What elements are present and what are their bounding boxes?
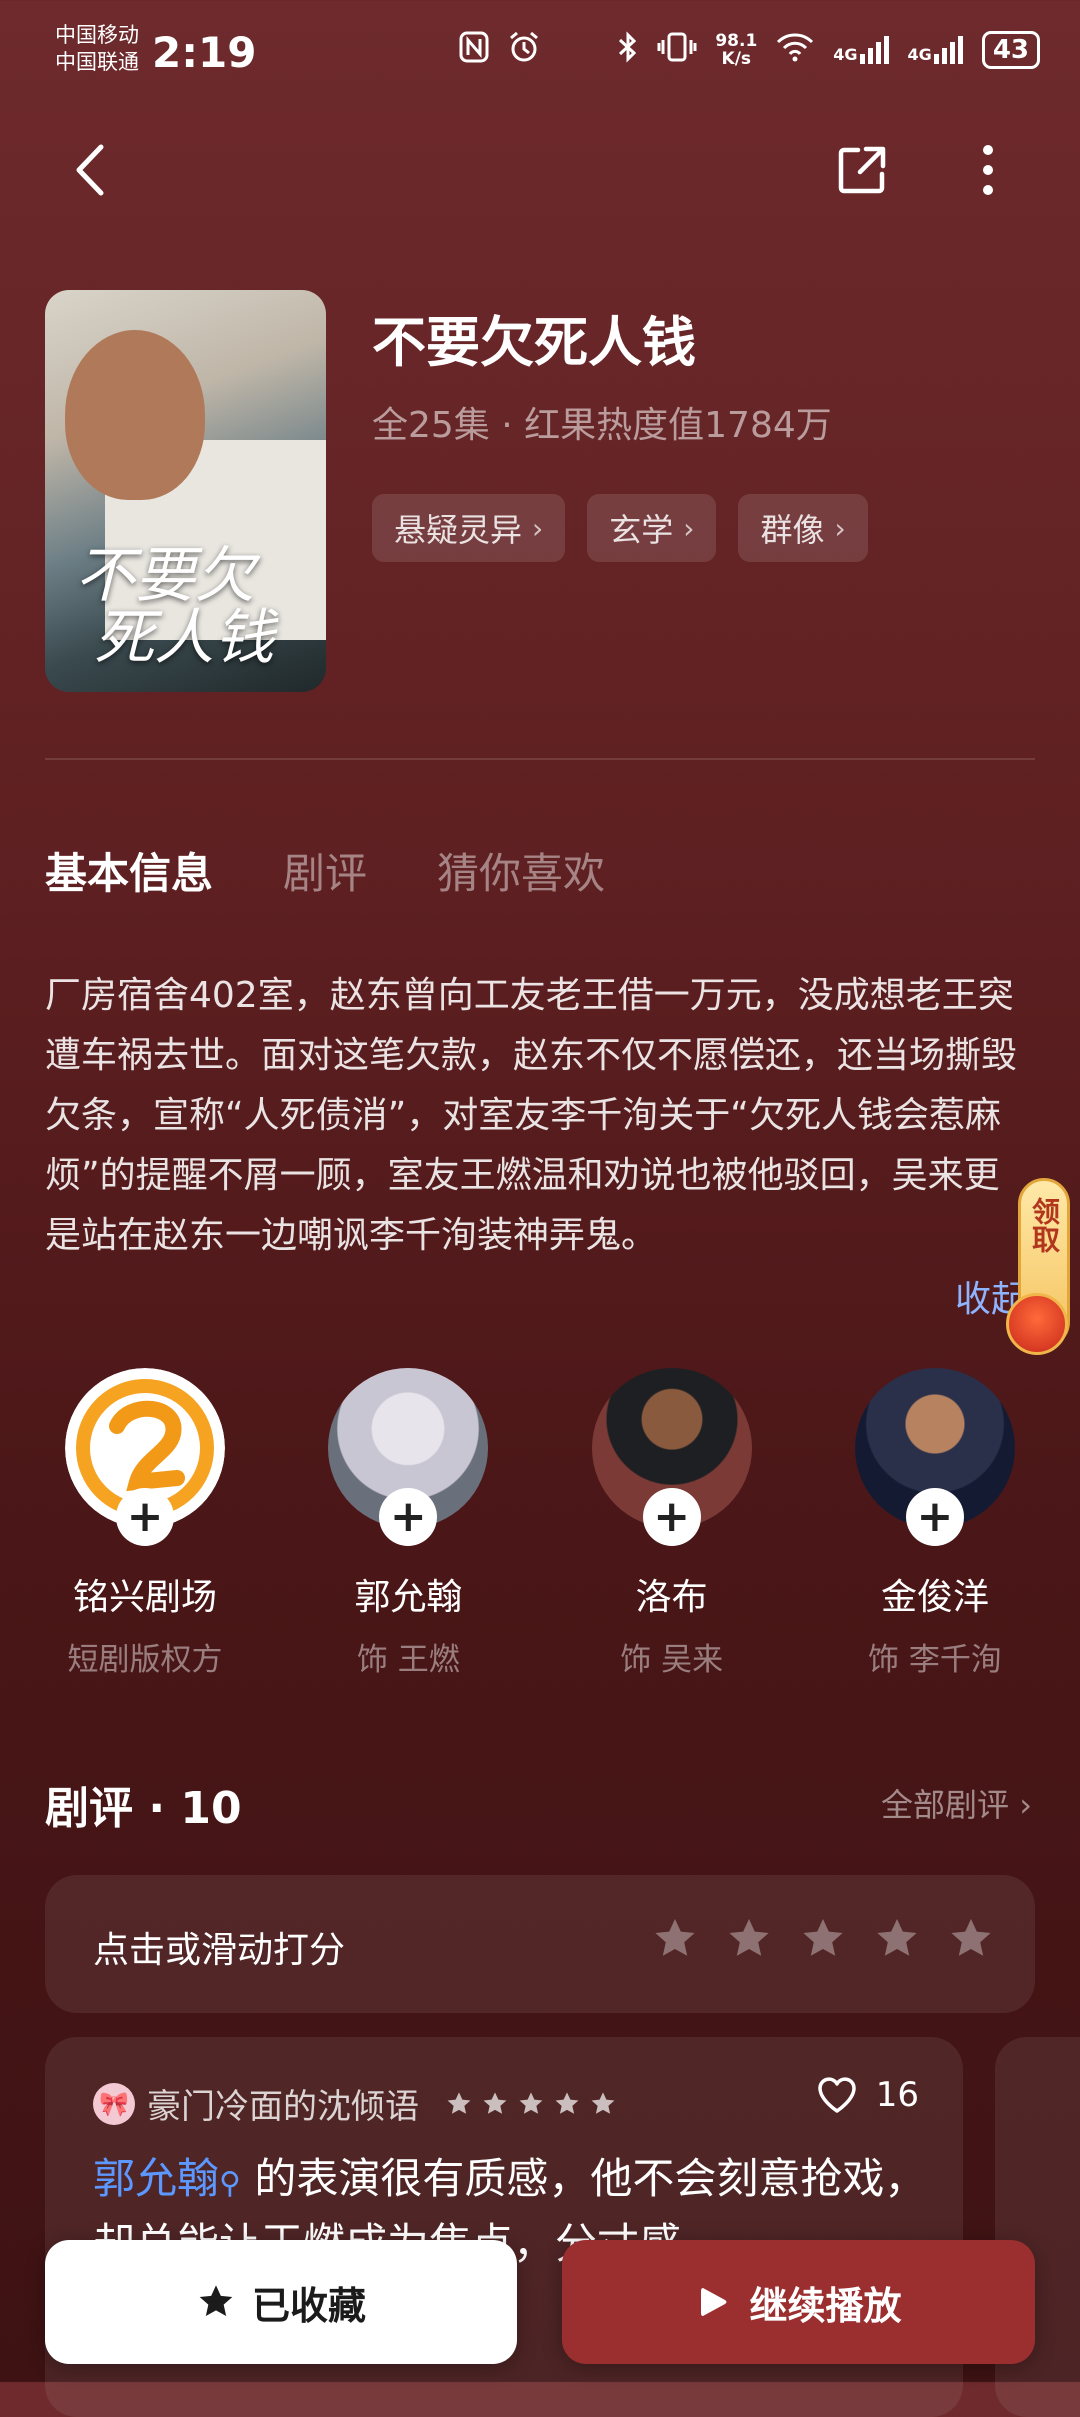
header-divider	[45, 758, 1035, 760]
poster-face	[65, 330, 205, 500]
star-filled-icon	[199, 2285, 233, 2316]
review-username: 豪门冷面的沈倾语	[147, 2087, 419, 2127]
cast-item[interactable]: + 铭兴剧场 短剧版权方	[45, 1368, 245, 1679]
signal-1-icon: 4G	[833, 36, 889, 64]
rating-box[interactable]: 点击或滑动打分	[45, 1875, 1035, 2013]
share-button[interactable]	[830, 135, 894, 205]
status-time: 2:19	[152, 28, 257, 77]
star-icon	[555, 2091, 579, 2114]
episode-count: 全25集	[372, 405, 490, 446]
cast-role: 饰 王燃	[356, 1642, 460, 1678]
drama-meta: 全25集 · 红果热度值1784万	[372, 396, 832, 448]
share-icon	[838, 146, 886, 194]
star-icon	[447, 2091, 471, 2114]
drama-title: 不要欠死人钱	[372, 311, 696, 374]
reviews-heading: 剧评 · 10	[45, 1783, 242, 1834]
play-icon	[701, 2288, 727, 2316]
star-icon	[519, 2091, 543, 2114]
network-speed: 98.1 K/s	[715, 31, 758, 69]
play-label: 继续播放	[749, 2283, 902, 2328]
follow-plus-icon[interactable]: +	[905, 1488, 964, 1546]
tag-ensemble[interactable]: 群像 ›	[738, 494, 868, 562]
rating-stars[interactable]	[651, 1915, 995, 1963]
cast-item[interactable]: + 洛布 饰 吴来	[572, 1368, 772, 1679]
tag-metaphysics[interactable]: 玄学 ›	[587, 494, 717, 562]
reward-label: 领取	[1028, 1197, 1061, 1253]
heart-icon	[817, 2077, 856, 2113]
carrier-2: 中国联通	[55, 50, 139, 74]
status-bar: 中国移动 中国联通 2:19 98.1 K/s 4G 4G 43	[0, 0, 1080, 110]
cast-item[interactable]: + 郭允翰 饰 王燃	[308, 1368, 508, 1679]
cast-item[interactable]: + 金俊洋 饰 李千洵	[835, 1368, 1035, 1679]
more-vertical-icon	[983, 145, 993, 195]
cast-name: 铭兴剧场	[72, 1577, 217, 1618]
review-user: 🎀 豪门冷面的沈倾语	[93, 2079, 617, 2128]
star-icon[interactable]	[799, 1915, 847, 1963]
star-icon[interactable]	[873, 1915, 921, 1963]
review-stars	[445, 2090, 617, 2118]
wifi-icon	[775, 32, 815, 68]
detail-tabs: 基本信息 剧评 猜你喜欢	[45, 840, 605, 901]
chevron-right-icon: ›	[683, 511, 695, 545]
alarm-icon	[507, 30, 541, 70]
follow-plus-icon[interactable]: +	[116, 1488, 174, 1546]
cast-role: 短剧版权方	[67, 1642, 223, 1678]
back-button[interactable]	[60, 135, 120, 205]
cast-name: 洛布	[635, 1577, 708, 1618]
like-button[interactable]: 16	[816, 2075, 919, 2115]
heat-value: 红果热度值1784万	[524, 405, 832, 446]
favorite-label: 已收藏	[251, 2283, 366, 2328]
chevron-right-icon: ›	[532, 511, 544, 545]
carrier-info: 中国移动 中国联通	[55, 22, 139, 76]
chevron-right-icon: ›	[834, 511, 846, 545]
synopsis-text: 厂房宿舍402室，赵东曾向工友老王借一万元，没成想老王突遭车祸去世。面对这笔欠款…	[45, 975, 1018, 1256]
follow-plus-icon[interactable]: +	[379, 1488, 438, 1546]
actor-mention-link[interactable]: 郭允翰⚲	[93, 2154, 241, 2203]
user-avatar: 🎀	[93, 2082, 135, 2125]
tag-list: 悬疑灵异 › 玄学 › 群像 ›	[372, 494, 868, 562]
cast-role: 饰 李千洵	[868, 1642, 1002, 1678]
cast-name: 金俊洋	[880, 1577, 989, 1618]
vibrate-icon	[657, 31, 697, 69]
meta-separator: ·	[501, 405, 525, 446]
rating-prompt: 点击或滑动打分	[93, 1930, 346, 1971]
carrier-1: 中国移动	[55, 23, 139, 47]
back-icon	[76, 144, 104, 196]
chevron-right-icon: ›	[1019, 1786, 1032, 1824]
bluetooth-icon	[617, 31, 639, 69]
cast-name: 郭允翰	[354, 1577, 463, 1618]
star-icon[interactable]	[651, 1915, 699, 1963]
follow-plus-icon[interactable]: +	[642, 1488, 701, 1546]
more-button[interactable]	[966, 135, 1010, 205]
like-count: 16	[875, 2075, 919, 2115]
star-icon[interactable]	[725, 1915, 773, 1963]
star-icon	[483, 2091, 507, 2114]
tab-reviews[interactable]: 剧评	[283, 840, 367, 901]
star-icon[interactable]	[947, 1915, 995, 1963]
cast-role: 饰 吴来	[620, 1642, 724, 1678]
status-icons: 98.1 K/s 4G 4G 43	[459, 30, 1040, 70]
star-icon	[591, 2091, 615, 2114]
poster-title-art: 不要欠 死人钱	[75, 541, 275, 673]
tab-recommendations[interactable]: 猜你喜欢	[437, 840, 605, 901]
cast-list: + 铭兴剧场 短剧版权方 + 郭允翰 饰 王燃 + 洛布 饰 吴来 + 金俊洋 …	[45, 1368, 1035, 1679]
continue-play-button[interactable]: 继续播放	[562, 2240, 1035, 2364]
search-icon: ⚲	[219, 2166, 241, 2201]
all-reviews-link[interactable]: 全部剧评 ›	[881, 1780, 1032, 1826]
nfc-icon	[459, 31, 489, 69]
signal-2-icon: 4G	[908, 36, 964, 64]
favorite-button[interactable]: 已收藏	[45, 2240, 517, 2364]
drama-poster[interactable]: 不要欠 死人钱	[45, 290, 326, 692]
battery-indicator: 43	[981, 31, 1040, 69]
red-envelope-icon	[1006, 1293, 1068, 1355]
tab-basic-info[interactable]: 基本信息	[45, 840, 213, 901]
tag-suspense[interactable]: 悬疑灵异 ›	[372, 494, 566, 562]
